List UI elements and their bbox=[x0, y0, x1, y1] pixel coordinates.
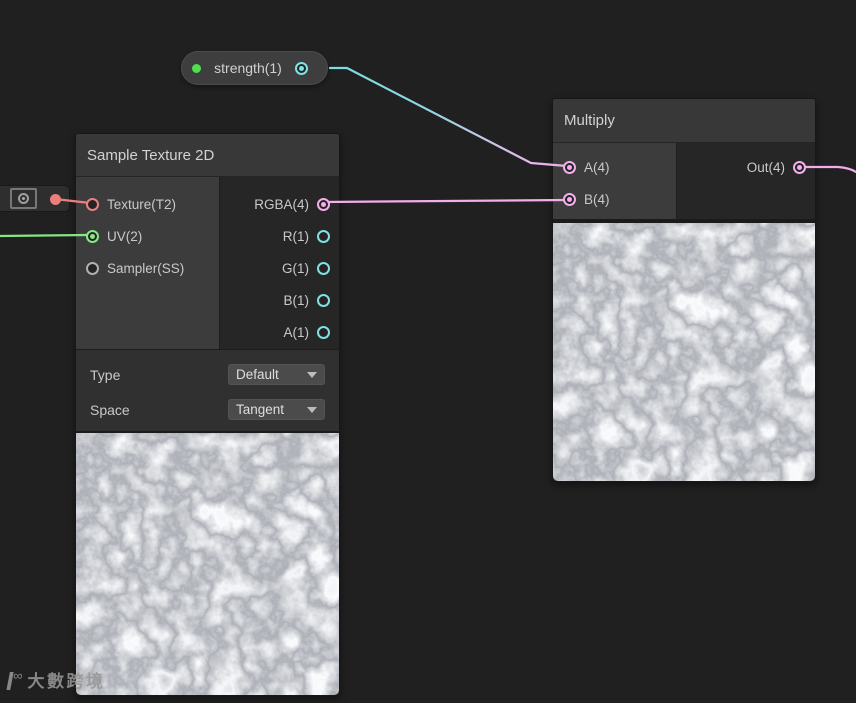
port-row-a-input: A(4) bbox=[553, 151, 676, 183]
edge-rgba-to-b[interactable] bbox=[323, 198, 569, 204]
port-row-g: G(1) bbox=[220, 252, 339, 284]
shader-graph-canvas[interactable]: strength(1) Sample Texture 2D Texture(T2… bbox=[0, 0, 856, 703]
exposed-property-dot-icon bbox=[192, 63, 201, 73]
edge-strength-to-a[interactable] bbox=[328, 66, 569, 168]
port-row-out: Out(4) bbox=[677, 151, 815, 183]
watermark-logo-sup: ∞ bbox=[13, 668, 22, 683]
node-body: Texture(T2) UV(2) Sampler(SS) RGBA(4) R(… bbox=[76, 177, 339, 349]
sampler-input-label: Sampler(SS) bbox=[107, 260, 185, 276]
b-output-port[interactable] bbox=[317, 293, 330, 307]
node-header[interactable]: Multiply bbox=[553, 99, 815, 143]
uv-input-port[interactable] bbox=[86, 229, 99, 243]
input-ports-column: A(4) B(4) bbox=[553, 143, 677, 219]
a-output-label: A(1) bbox=[283, 324, 309, 340]
multiply-node[interactable]: Multiply A(4) B(4) Out(4) bbox=[552, 98, 816, 482]
node-title: Multiply bbox=[564, 112, 615, 129]
out-output-label: Out(4) bbox=[746, 159, 785, 175]
sample-texture-2d-node[interactable]: Sample Texture 2D Texture(T2) UV(2) Samp… bbox=[75, 133, 340, 696]
node-preview-toggle-button[interactable] bbox=[10, 188, 37, 209]
offscreen-texture-asset-node[interactable] bbox=[0, 185, 70, 212]
a-input-port[interactable] bbox=[563, 160, 576, 174]
chevron-down-icon bbox=[307, 371, 317, 378]
output-ports-column: RGBA(4) R(1) G(1) B(1) A(1) bbox=[220, 177, 339, 349]
port-row-texture: Texture(T2) bbox=[76, 188, 219, 220]
texture-preview bbox=[553, 219, 815, 481]
space-control-row: Space Tangent bbox=[90, 392, 325, 427]
port-row-uv: UV(2) bbox=[76, 220, 219, 252]
port-row-rgba: RGBA(4) bbox=[220, 188, 339, 220]
strength-property-label: strength(1) bbox=[214, 60, 282, 76]
input-ports-column: Texture(T2) UV(2) Sampler(SS) bbox=[76, 177, 221, 349]
a-output-port[interactable] bbox=[317, 325, 330, 339]
target-icon bbox=[18, 193, 29, 204]
texture-input-label: Texture(T2) bbox=[107, 196, 177, 212]
strength-property-node[interactable]: strength(1) bbox=[181, 51, 328, 85]
watermark: Ɩ ∞ 大數跨境 bbox=[6, 666, 106, 696]
a-input-label: A(4) bbox=[584, 159, 610, 175]
uv-input-label: UV(2) bbox=[107, 228, 143, 244]
type-label: Type bbox=[90, 366, 121, 383]
space-dropdown[interactable]: Tangent bbox=[228, 399, 325, 420]
strength-output-port[interactable] bbox=[295, 61, 308, 75]
space-label: Space bbox=[90, 401, 130, 418]
r-output-label: R(1) bbox=[282, 228, 309, 244]
out-output-port[interactable] bbox=[793, 160, 806, 174]
sampler-input-port[interactable] bbox=[86, 261, 99, 275]
chevron-down-icon bbox=[307, 406, 317, 413]
rgba-output-port[interactable] bbox=[317, 197, 330, 211]
rgba-output-label: RGBA(4) bbox=[254, 196, 309, 212]
texture-preview bbox=[76, 431, 339, 695]
g-output-label: G(1) bbox=[282, 260, 309, 276]
texture-asset-output-port[interactable] bbox=[50, 193, 61, 205]
g-output-port[interactable] bbox=[317, 261, 330, 275]
watermark-logo-icon: Ɩ bbox=[6, 666, 14, 696]
node-header[interactable]: Sample Texture 2D bbox=[76, 134, 339, 177]
watermark-text: 大數跨境 bbox=[27, 672, 106, 691]
output-ports-column: Out(4) bbox=[676, 143, 815, 219]
port-row-sampler: Sampler(SS) bbox=[76, 252, 219, 284]
edge-uv-input[interactable] bbox=[0, 233, 89, 238]
texture-input-port[interactable] bbox=[86, 197, 99, 211]
node-body: A(4) B(4) Out(4) bbox=[553, 143, 815, 219]
node-title: Sample Texture 2D bbox=[87, 146, 215, 164]
b-output-label: B(1) bbox=[283, 292, 309, 308]
b-input-port[interactable] bbox=[563, 192, 576, 206]
b-input-label: B(4) bbox=[584, 191, 610, 207]
type-dropdown[interactable]: Default bbox=[228, 364, 325, 385]
r-output-port[interactable] bbox=[317, 229, 330, 243]
type-control-row: Type Default bbox=[90, 357, 325, 392]
space-dropdown-value: Tangent bbox=[236, 402, 285, 417]
port-row-r: R(1) bbox=[220, 220, 339, 252]
port-row-a: A(1) bbox=[220, 316, 339, 348]
node-controls-section: Type Default Space Tangent bbox=[76, 349, 339, 431]
port-row-b-input: B(4) bbox=[553, 183, 676, 215]
port-row-b: B(1) bbox=[220, 284, 339, 316]
type-dropdown-value: Default bbox=[236, 367, 279, 382]
